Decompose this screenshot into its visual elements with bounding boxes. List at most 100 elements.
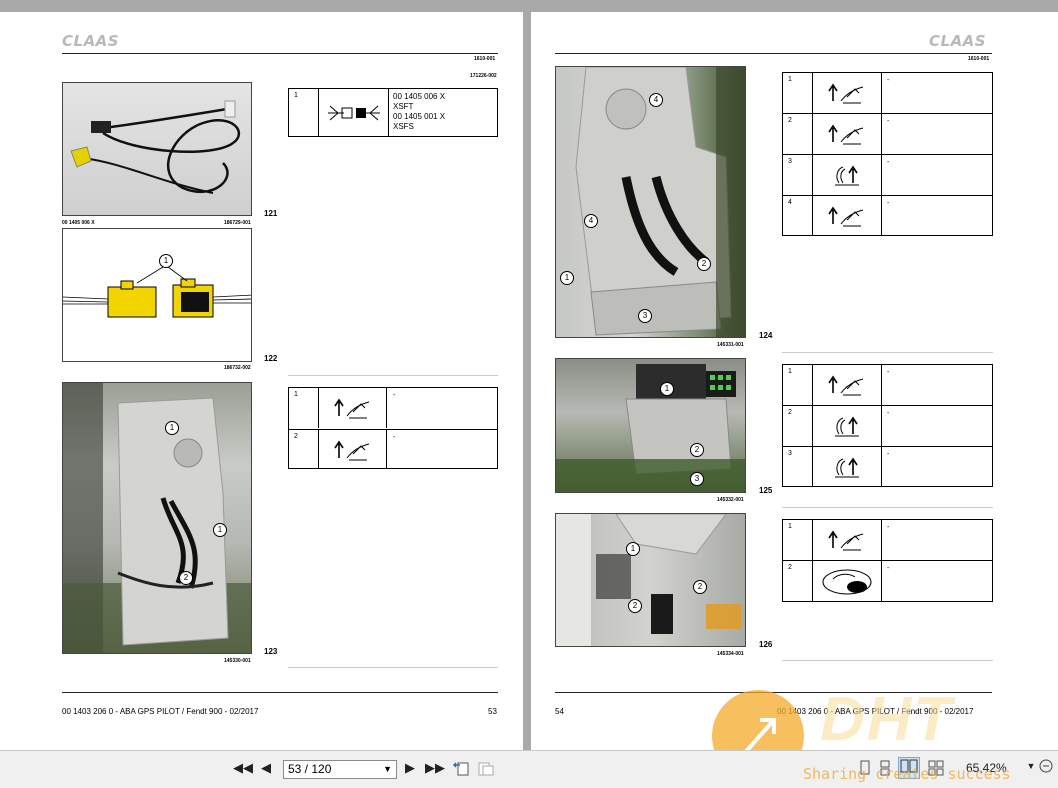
callout-3: 3 [638,309,652,323]
step-text: - [887,565,890,572]
callout-2: 2 [697,257,711,271]
step-text: - [887,524,890,531]
callout-1: 1 [159,254,173,268]
part-numbers: 00 1405 006 X XSFT 00 1405 001 X XSFS [393,92,445,132]
document-viewport[interactable]: CLAAS 1610-001 171226-002 121 00 1405 00… [0,0,1058,782]
row-number: 1 [788,368,792,375]
callout-2-left: 2 [628,599,642,613]
zoom-dropdown-icon[interactable]: ▼ [1026,761,1036,771]
figure-123-number: 123 [264,647,278,656]
clip-release-icon [812,406,882,446]
figure-123-image-code: 145330-001 [224,658,251,664]
figure-121-part-caption: 00 1405 006 X [62,220,95,226]
hand-up-arrow-icon [812,196,882,236]
hand-up-arrow-icon [318,388,387,428]
figure-126-image-code: 145334-001 [717,651,744,657]
clip-release-icon [812,155,882,195]
table-row: 3 - [783,154,992,195]
chevron-down-icon[interactable]: ▼ [383,761,392,778]
page-53: CLAAS 1610-001 171226-002 121 00 1405 00… [0,12,523,750]
row-number: 2 [788,409,792,416]
callout-1: 1 [660,382,674,396]
table-row: 4 - [783,195,992,236]
section-rule [288,667,498,668]
part-number-line: 00 1405 006 X [393,92,446,101]
cab-interior-photo-124: 4 4 1 2 3 [555,66,746,338]
figure-122-number: 122 [264,354,278,363]
callout-4-middle: 4 [584,214,598,228]
row-number: 1 [294,92,298,99]
step-text: - [887,200,890,207]
cab-interior-photo-126: 1 2 2 [555,513,746,647]
part-number-line: 00 1405 001 X [393,112,446,121]
hand-up-arrow-icon [812,365,882,405]
zoom-out-icon[interactable] [1038,758,1054,777]
figure-125-number: 125 [759,486,773,495]
figure-121-number: 121 [264,209,278,218]
navigation-toolbar: ◀◀ ◀ 53 / 120 ▼ ▶ ▶▶ 65,42% ▼ Sharing cr… [0,750,1058,788]
callout-2-right: 2 [693,580,707,594]
parts-table: 1 00 1405 006 X XSFT 00 1405 001 X XSFS [288,88,498,137]
steps-table-124: 1 - 2 - 3 - 4 - [782,72,993,236]
claas-logo: CLAAS [929,32,987,50]
steps-table-125: 1 - 2 - 3 - [782,364,993,487]
hand-up-arrow-icon [812,520,882,560]
callout-2: 2 [179,571,193,585]
part-code-line: XSFT [393,102,414,111]
header-rule [62,53,498,54]
table-row: 1 - [783,73,992,113]
next-page-icon[interactable]: ▶ [402,760,418,776]
callout-1-middle: 1 [213,523,227,537]
step-text: - [887,369,890,376]
row-number: 4 [788,199,792,206]
table-row: 1 00 1405 006 X XSFT 00 1405 001 X XSFS [289,89,497,136]
steps-table-126: 1 - 2 - [782,519,993,602]
table-row: 2 - [783,405,992,446]
go-forward-view-icon[interactable] [477,759,495,780]
step-text: - [887,159,890,166]
callout-4-top: 4 [649,93,663,107]
step-text: - [393,434,396,441]
row-number: 3 [788,450,792,457]
callout-3: 3 [690,472,704,486]
last-page-icon[interactable]: ▶▶ [425,760,445,776]
part-code-line: XSFS [393,122,414,131]
page-number: 54 [555,707,564,716]
steps-table: 1 - 2 - [288,387,498,469]
first-page-icon[interactable]: ◀◀ [233,760,253,776]
page-number-value: 53 / 120 [288,762,332,776]
page-number-input[interactable]: 53 / 120 ▼ [283,760,397,779]
watermark-text: DHT [820,685,954,754]
step-text: - [887,410,890,417]
row-number: 2 [788,117,792,124]
cable-harness-photo [62,82,252,216]
table-row: 1 - [783,520,992,560]
hand-up-arrow-icon [812,114,882,154]
step-text: - [887,77,890,84]
claas-logo: CLAAS [62,32,120,50]
table-row: 1 - [783,365,992,405]
clip-release-icon [812,447,882,487]
wipe-hand-icon [812,561,882,602]
previous-page-icon[interactable]: ◀ [258,760,274,776]
row-number: 1 [788,523,792,530]
table-row: 2 - [783,113,992,154]
section-rule [782,660,993,661]
table-row: 2 - [289,429,497,469]
table-row: 1 - [289,388,497,428]
callout-2: 2 [690,443,704,457]
section-rule [288,375,498,376]
section-rule [782,507,993,508]
callout-1: 1 [626,542,640,556]
go-back-view-icon[interactable] [452,759,470,780]
hand-up-arrow-icon [812,73,882,113]
page-number: 53 [488,707,497,716]
callout-1-top: 1 [165,421,179,435]
step-text: - [887,118,890,125]
table-row: 2 - [783,560,992,602]
cab-interior-photo-125: 1 2 3 [555,358,746,493]
step-text: - [393,392,396,399]
doc-code: 1610-001 [474,56,496,62]
doc-code-2: 171226-002 [470,73,497,79]
connector-drawing: 1 [62,228,252,362]
